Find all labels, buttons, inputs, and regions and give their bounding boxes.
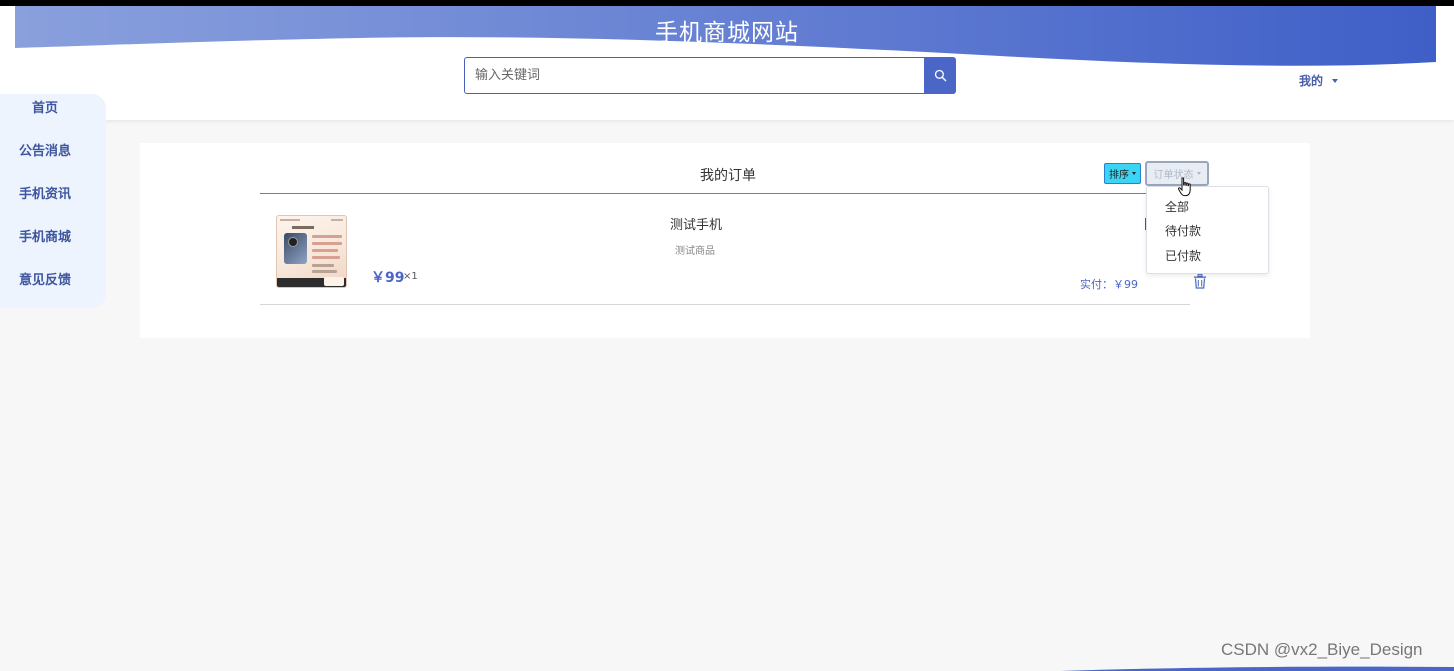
dropdown-item-unpaid[interactable]: 待付款 <box>1165 222 1201 239</box>
watermark: CSDN @vx2_Biye_Design <box>1221 640 1423 659</box>
search-input[interactable] <box>464 57 925 94</box>
sort-button-label: 排序 <box>1109 170 1129 181</box>
divider <box>260 193 1190 194</box>
footer-wave <box>1060 666 1454 671</box>
user-menu-label: 我的 <box>1299 74 1324 88</box>
hand-cursor-icon <box>1177 177 1191 197</box>
order-status-dropdown: 全部 待付款 已付款 <box>1146 186 1269 274</box>
search-icon <box>934 69 946 82</box>
dropdown-item-paid[interactable]: 已付款 <box>1165 247 1201 264</box>
user-menu[interactable]: 我的 <box>1299 72 1339 89</box>
divider <box>260 304 1190 305</box>
sidebar-item-announcements[interactable]: 公告消息 <box>0 140 90 159</box>
product-price: ￥99 <box>371 270 405 286</box>
page-title: 我的订单 <box>700 168 756 184</box>
orders-panel: 我的订单 排序 订单状态 测试手机 测试商品 ￥99 ×1 实付：￥99 全部 … <box>140 143 1310 338</box>
sidebar-item-shop[interactable]: 手机商城 <box>0 226 90 245</box>
sidebar: 首页 公告消息 手机资讯 手机商城 意见反馈 <box>0 94 106 308</box>
dropdown-item-all[interactable]: 全部 <box>1165 198 1189 215</box>
trash-icon[interactable] <box>1193 274 1207 289</box>
product-description: 测试商品 <box>675 246 715 257</box>
chevron-down-icon <box>1332 78 1339 83</box>
chevron-down-icon <box>1196 172 1201 175</box>
sort-button[interactable]: 排序 <box>1104 163 1141 184</box>
sidebar-item-news[interactable]: 手机资讯 <box>0 183 90 202</box>
product-image[interactable] <box>276 215 347 288</box>
sidebar-item-feedback[interactable]: 意见反馈 <box>0 269 90 288</box>
product-name[interactable]: 测试手机 <box>670 214 722 233</box>
chevron-down-icon <box>1132 172 1136 175</box>
product-quantity: ×1 <box>403 271 418 282</box>
search-button[interactable] <box>924 57 956 94</box>
paid-amount: 实付：￥99 <box>1080 278 1138 291</box>
site-title: 手机商城网站 <box>655 20 799 46</box>
sidebar-item-home[interactable]: 首页 <box>0 97 90 116</box>
